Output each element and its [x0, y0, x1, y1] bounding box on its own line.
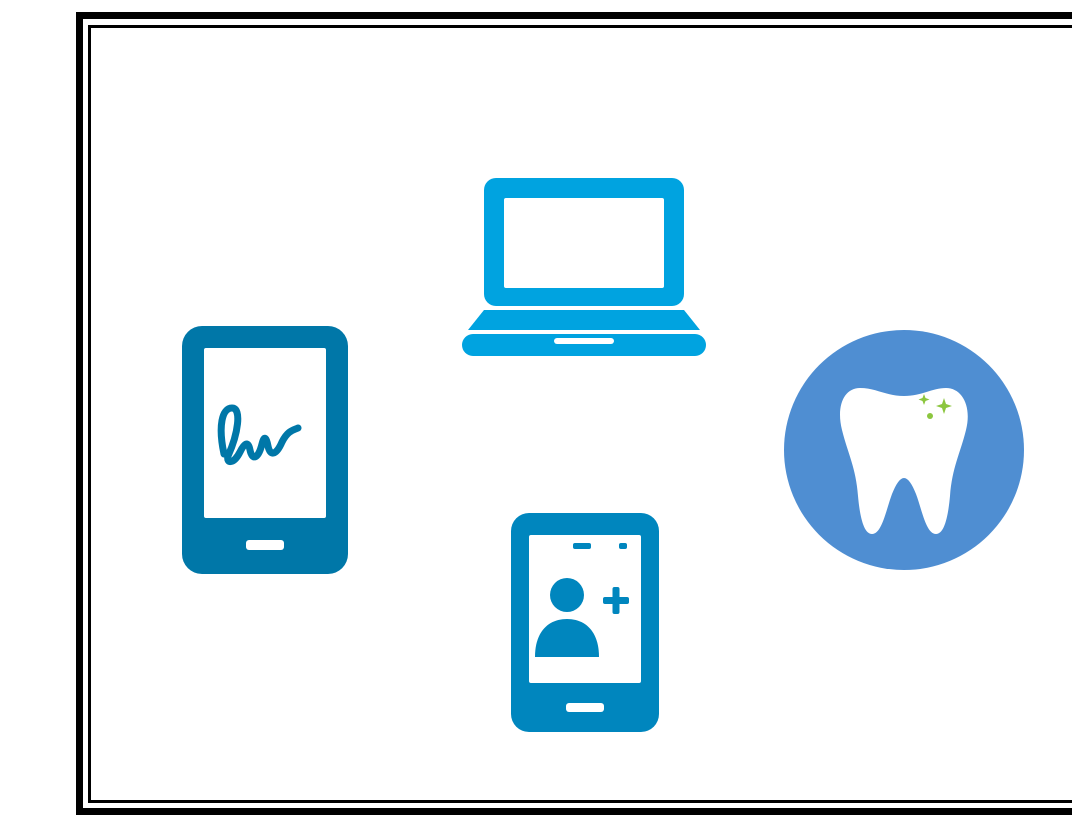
laptop-icon [462, 178, 706, 360]
dental-tooth-icon [782, 328, 1026, 572]
add-contact-phone-icon [511, 513, 659, 732]
signature-phone-icon [182, 326, 348, 574]
